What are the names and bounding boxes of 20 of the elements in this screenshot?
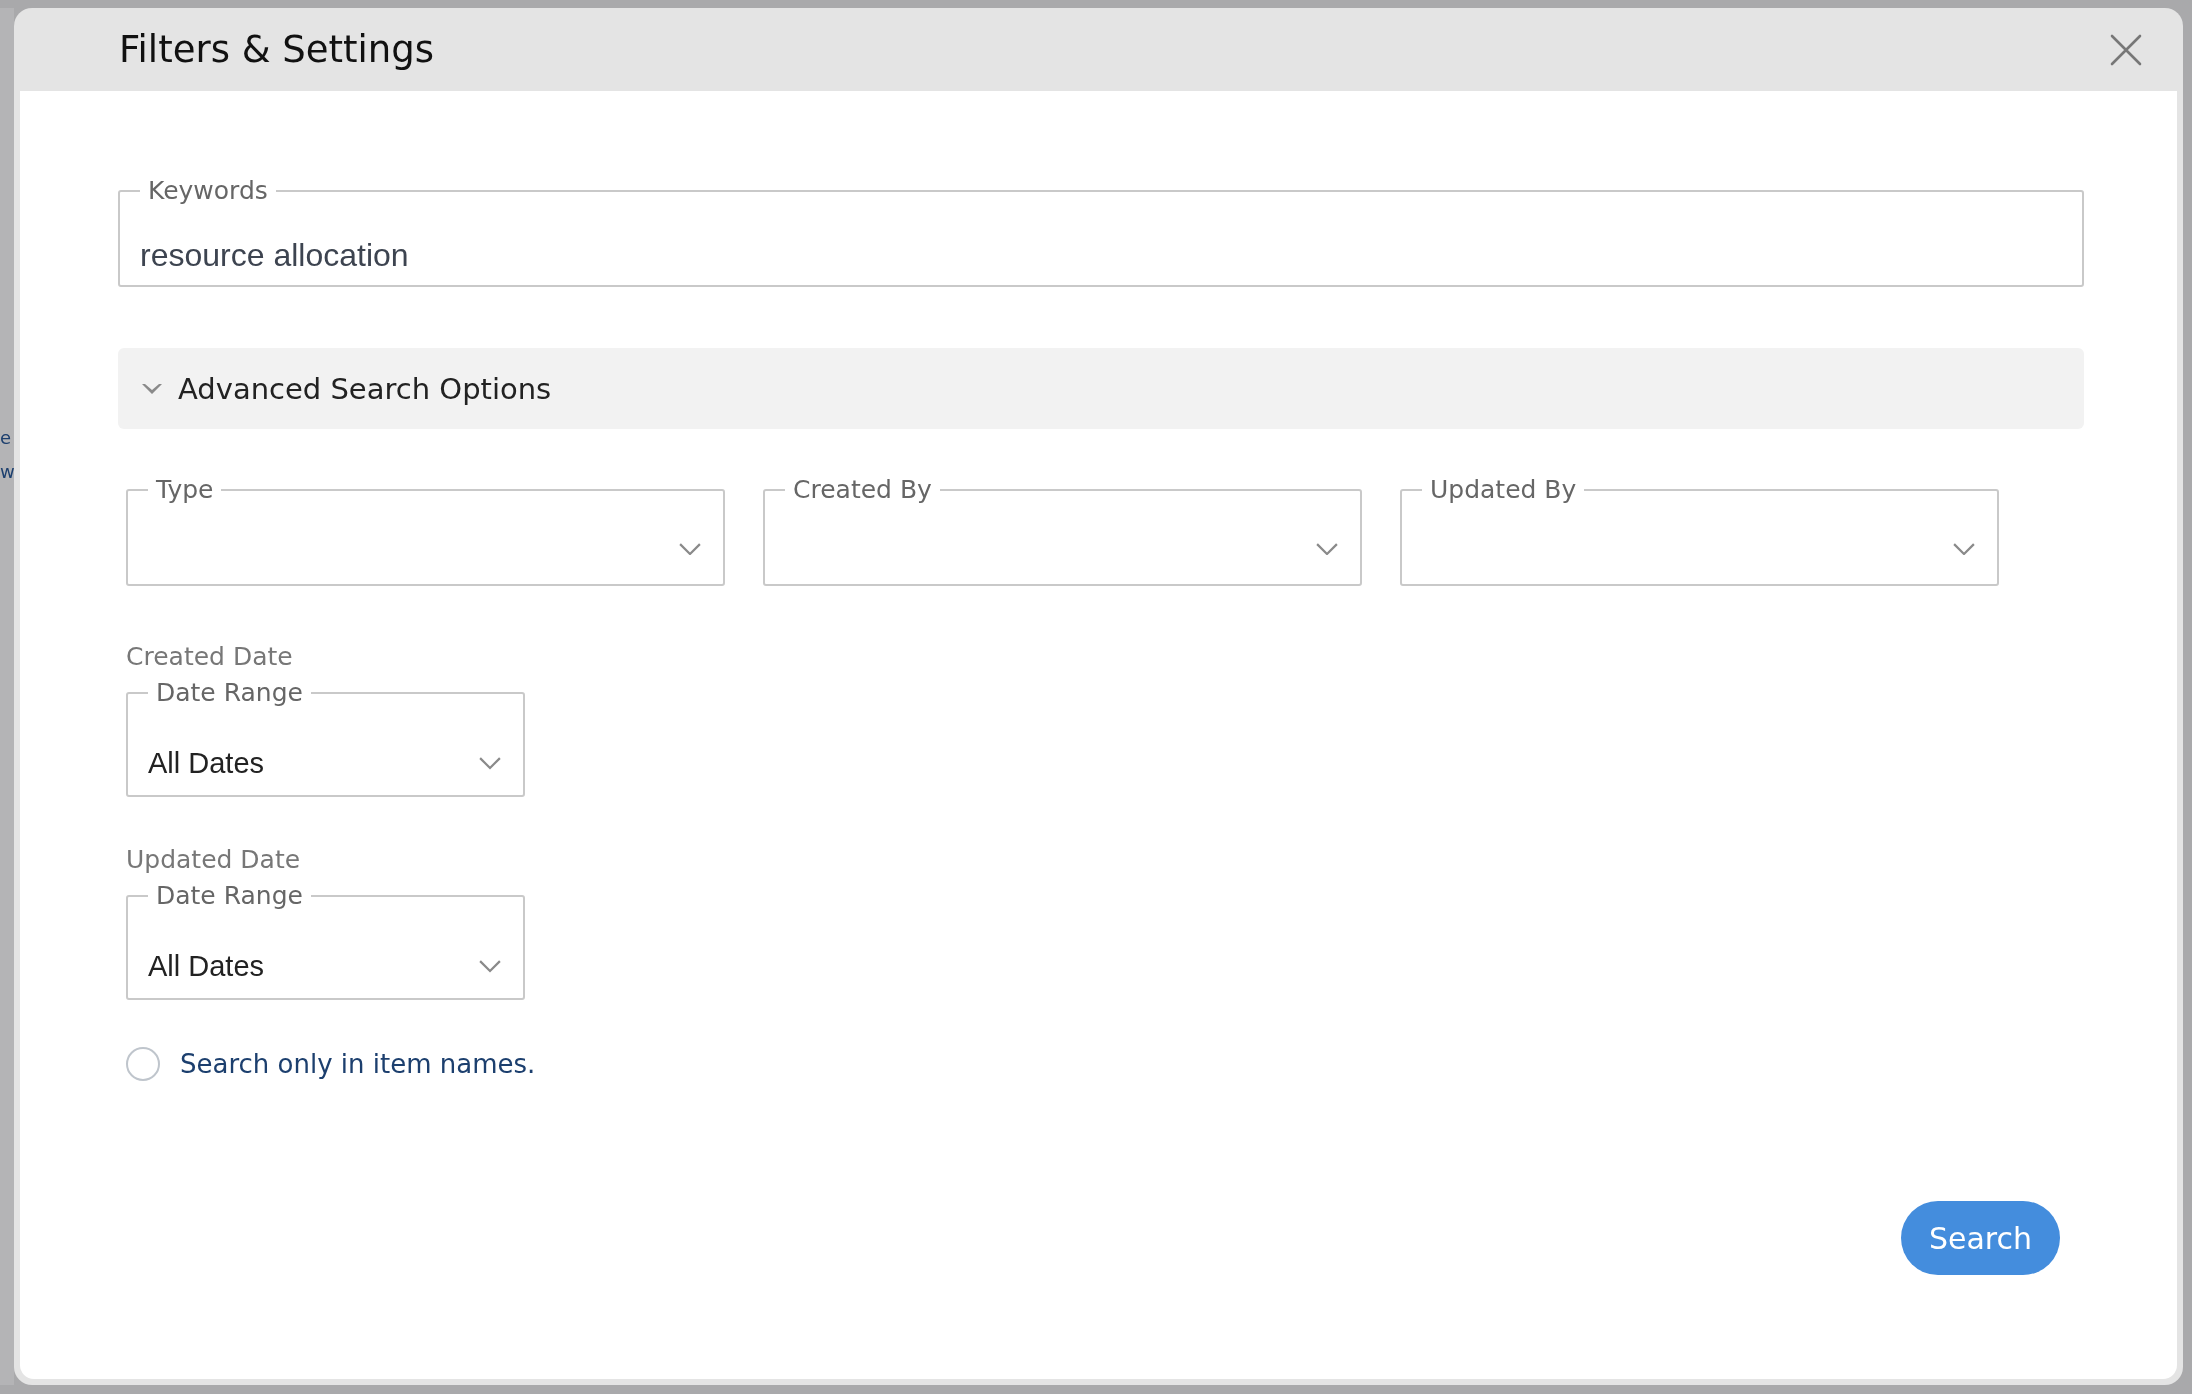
chevron-down-icon <box>1953 542 1975 556</box>
chevron-down-icon <box>1316 542 1338 556</box>
close-button[interactable] <box>2109 32 2143 67</box>
field-label: Type <box>155 474 215 506</box>
background-text: w <box>0 462 13 482</box>
field-label: Updated By <box>1429 474 1578 506</box>
field-label: Created By <box>792 474 933 506</box>
background-text: e <box>0 428 13 448</box>
chevron-down-icon <box>479 960 501 973</box>
radio-label: Search only in item names. <box>180 1049 536 1079</box>
advanced-options-toggle[interactable]: Advanced Search Options <box>118 348 2084 429</box>
chevron-down-icon <box>479 757 501 770</box>
radio-button[interactable] <box>126 1047 160 1081</box>
dialog-title: Filters & Settings <box>119 28 435 71</box>
field-label: Keywords <box>147 175 269 207</box>
field-label: Date Range <box>155 677 304 709</box>
section-heading: Created Date <box>126 642 293 671</box>
chevron-down-icon <box>679 542 701 556</box>
field-label: Date Range <box>155 880 304 912</box>
section-heading: Updated Date <box>126 845 301 874</box>
